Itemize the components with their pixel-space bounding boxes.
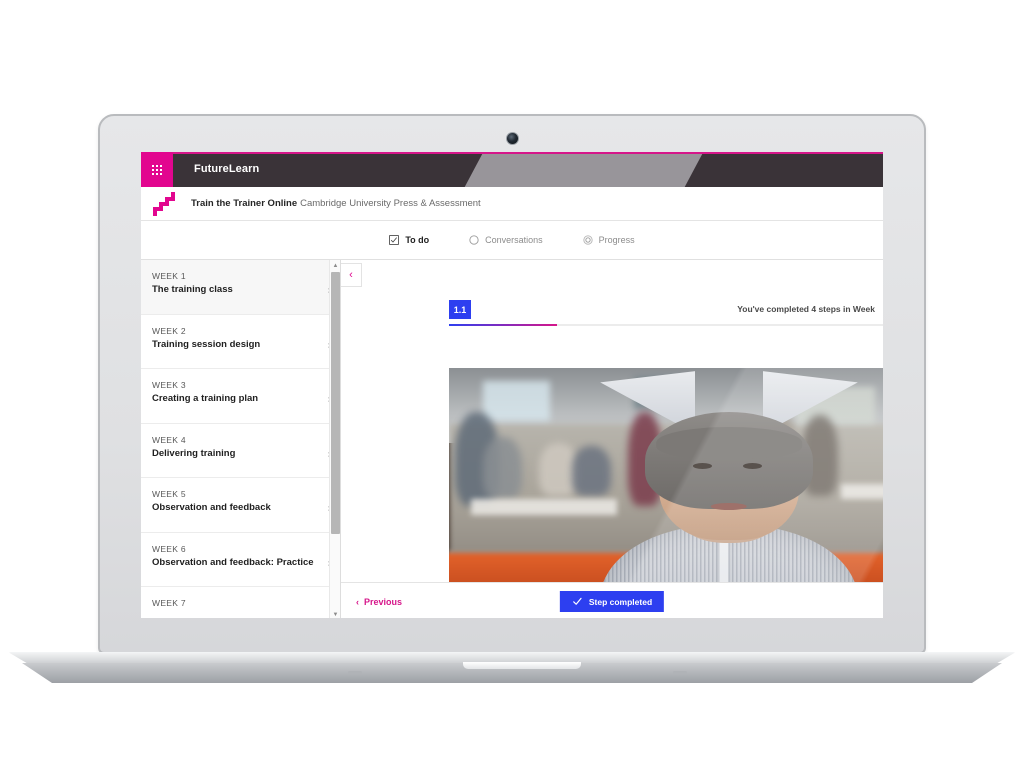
tab-to-do-label: To do	[405, 235, 430, 245]
week-label: WEEK 3	[152, 380, 186, 390]
week-label: WEEK 4	[152, 434, 186, 445]
caret-up-icon[interactable]: ▲	[330, 260, 340, 271]
sidebar-item-week-2[interactable]: WEEK 2 Training session design ›	[141, 315, 340, 369]
step-progress-fill	[449, 324, 557, 326]
week-title: Observation and feedback	[152, 502, 271, 513]
week-title: Training session design	[152, 338, 261, 350]
week-label: WEEK 5	[152, 489, 186, 499]
tab-conversations-label: Conversations	[485, 235, 543, 245]
brand-name[interactable]: FutureLearn	[194, 152, 259, 187]
step-content: 1.1 You've completed 4 steps in Week ‹ P…	[341, 260, 883, 618]
apps-grid-icon[interactable]	[141, 152, 173, 187]
week-label: WEEK 2	[152, 325, 186, 336]
step-completed-button[interactable]: Step completed	[559, 591, 665, 612]
week-sidebar: WEEK 1 The training class › WEEK 2 Train…	[141, 260, 341, 618]
sidebar-item-week-6[interactable]: WEEK 6 Observation and feedback: Practic…	[141, 533, 340, 587]
week-list: WEEK 1 The training class › WEEK 2 Train…	[141, 260, 340, 618]
step-header: 1.1 You've completed 4 steps in Week	[341, 260, 883, 326]
sidebar-item-week-1[interactable]: WEEK 1 The training class ›	[141, 260, 340, 315]
sidebar-item-week-7[interactable]: WEEK 7	[141, 587, 340, 618]
sidebar-item-week-5[interactable]: WEEK 5 Observation and feedback ›	[141, 478, 340, 533]
video-player[interactable]: ▶ 🔊 0:10 1 ▧ ▦ ▭ ⥧	[449, 368, 883, 618]
step-number-badge: 1.1	[449, 300, 471, 319]
header-decorative-slash	[464, 152, 704, 187]
caret-down-icon[interactable]: ▼	[330, 609, 340, 618]
laptop-screen: FutureLearn Train the Trainer Online Cam…	[141, 152, 883, 618]
steps-completed-note: You've completed 4 steps in Week	[737, 304, 875, 314]
week-title: Observation and feedback: Practice	[152, 556, 314, 568]
progress-donut-icon	[583, 235, 593, 245]
tab-to-do[interactable]: To do	[389, 235, 429, 245]
tab-conversations[interactable]: Conversations	[469, 235, 543, 245]
week-label: WEEK 1	[152, 271, 186, 281]
week-label: WEEK 6	[152, 543, 186, 554]
checkbox-checked-icon	[389, 235, 400, 245]
video-frame-image	[449, 368, 883, 618]
sidebar-scrollbar[interactable]: ▲ ▼	[329, 260, 340, 618]
course-title: Train the Trainer Online	[191, 198, 298, 209]
webcam-icon	[506, 132, 519, 145]
laptop-foot-left	[348, 671, 362, 674]
main-tabs: To do Conversations Progress	[141, 221, 883, 260]
circle-outline-icon	[469, 235, 479, 245]
tab-progress[interactable]: Progress	[583, 235, 635, 245]
previous-label: Previous	[364, 596, 403, 607]
scrollbar-thumb[interactable]	[331, 272, 340, 534]
sidebar-item-week-3[interactable]: WEEK 3 Creating a training plan ›	[141, 369, 340, 424]
sidebar-collapse-button[interactable]: ‹	[341, 263, 362, 287]
screenshot-stage: FutureLearn Train the Trainer Online Cam…	[0, 0, 1024, 768]
futurelearn-staircase-logo	[153, 191, 175, 216]
laptop-base	[8, 652, 1016, 686]
course-provider: Cambridge University Press & Assessment	[300, 198, 481, 209]
step-completed-label: Step completed	[588, 596, 653, 607]
chevron-left-icon: ‹	[356, 596, 359, 607]
week-title: Creating a training plan	[152, 393, 259, 404]
week-title: Delivering training	[152, 447, 236, 459]
week-title: The training class	[152, 284, 233, 295]
step-footer: ‹ Previous Step completed	[341, 582, 883, 618]
laptop-foot-right	[673, 671, 687, 674]
check-icon	[573, 597, 582, 605]
laptop-base-notch	[463, 662, 581, 669]
app-body: WEEK 1 The training class › WEEK 2 Train…	[141, 260, 883, 618]
sidebar-item-week-4[interactable]: WEEK 4 Delivering training ›	[141, 424, 340, 478]
course-bar: Train the Trainer Online Cambridge Unive…	[141, 187, 883, 221]
week-label: WEEK 7	[152, 598, 186, 608]
previous-button[interactable]: ‹ Previous	[356, 597, 402, 607]
step-progress-track	[449, 324, 883, 326]
app-header: FutureLearn	[141, 152, 883, 187]
grid-dots	[152, 164, 162, 175]
tab-progress-label: Progress	[598, 235, 635, 245]
